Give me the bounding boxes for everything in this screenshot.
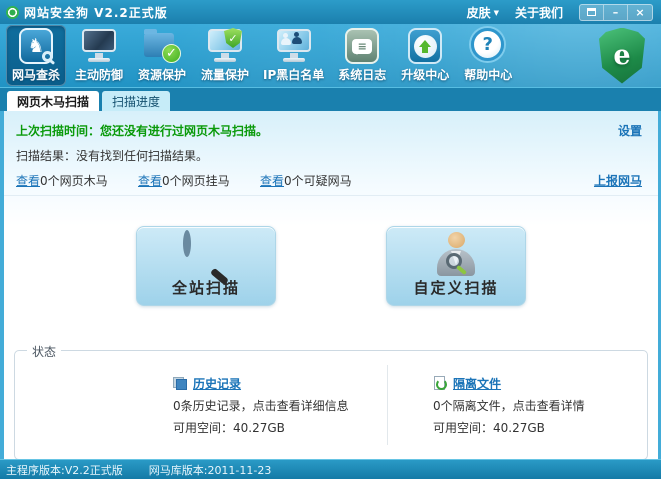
count-text: 0个可疑网马 (284, 174, 352, 188)
monitor-icon (79, 27, 119, 65)
status-legend: 状态 (27, 343, 61, 360)
quarantine-free-space: 可用空间：40.27GB (433, 419, 647, 436)
app-logo-dot-icon (6, 6, 19, 19)
close-button[interactable]: × (628, 5, 652, 20)
nav-label: 网马查杀 (12, 66, 60, 83)
suspicious-trojan-count: 查看0个可疑网马 (260, 172, 382, 189)
report-trojan-link[interactable]: 上报网马 (594, 172, 642, 189)
tab-scan-progress[interactable]: 扫描进度 (102, 91, 170, 111)
quarantine-detail: 0个隔离文件，点击查看详情 (433, 397, 647, 414)
scan-summary-panel: 上次扫描时间：您还没有进行过网页木马扫描。 设置 扫描结果：没有找到任何扫描结果… (4, 111, 658, 196)
full-site-scan-label: 全站扫描 (172, 277, 240, 298)
magnifier-icon (183, 234, 227, 278)
web-trojan-count: 查看0个网页木马 (16, 172, 138, 189)
nav-label: 流量保护 (201, 66, 249, 83)
nav-item-system-log[interactable]: ≡ 系统日志 (332, 25, 392, 86)
nav-item-ip-blacklist-whitelist[interactable]: IP黑白名单 (258, 25, 329, 86)
status-fieldset: 状态 历史记录 0条历史记录，点击查看详细信息 可用空间：40.27GB 隔离文… (14, 350, 648, 459)
log-bubble-icon: ≡ (342, 27, 382, 65)
main-nav-bar: ♞ 网马查杀 主动防御 ✓ 资源保护 ✓ 流量保护 (0, 24, 661, 88)
quarantine-link[interactable]: 隔离文件 (453, 375, 501, 392)
custom-scan-button[interactable]: 自定义扫描 (386, 226, 526, 306)
nav-label: IP黑白名单 (263, 66, 324, 83)
history-icon (173, 377, 187, 390)
help-question-icon: ? (468, 27, 508, 65)
upgrade-arrow-icon (405, 27, 445, 65)
history-column: 历史记录 0条历史记录，点击查看详细信息 可用空间：40.27GB (15, 351, 387, 459)
nav-label: 系统日志 (338, 66, 386, 83)
view-web-trojans-link[interactable]: 查看 (16, 174, 40, 188)
nav-item-web-trojan-scan[interactable]: ♞ 网马查杀 (6, 25, 66, 86)
main-content: 上次扫描时间：您还没有进行过网页木马扫描。 设置 扫描结果：没有找到任何扫描结果… (0, 111, 661, 459)
nav-label: 资源保护 (138, 66, 186, 83)
nav-item-help-center[interactable]: ? 帮助中心 (458, 25, 518, 86)
count-text: 0个网页挂马 (162, 174, 230, 188)
monitor-users-icon (274, 27, 314, 65)
quarantine-file-icon (433, 376, 447, 390)
custom-scan-label: 自定义扫描 (413, 277, 498, 298)
nav-label: 帮助中心 (464, 66, 512, 83)
title-bar-actions: 皮肤 ▼ 关于我们 – × (467, 4, 653, 21)
check-icon: ✓ (162, 44, 181, 63)
title-bar: 网站安全狗 V2.2正式版 皮肤 ▼ 关于我们 – × (0, 0, 661, 24)
last-scan-text: 上次扫描时间：您还没有进行过网页木马扫描。 (16, 122, 268, 139)
view-hung-trojans-link[interactable]: 查看 (138, 174, 162, 188)
program-version: 主程序版本:V2.2正式版 (6, 462, 123, 478)
trojan-db-version: 网马库版本:2011-11-23 (149, 462, 272, 478)
quarantine-column: 隔离文件 0个隔离文件，点击查看详情 可用空间：40.27GB (388, 351, 647, 459)
user-icon (292, 32, 302, 44)
chevron-down-icon: ▼ (494, 9, 499, 17)
minimize-button[interactable]: – (604, 5, 628, 20)
folder-check-icon: ✓ (142, 27, 182, 65)
brand-shield-icon: e (599, 28, 645, 84)
nav-label: 主动防御 (75, 66, 123, 83)
monitor-shield-icon: ✓ (205, 27, 245, 65)
window-controls: – × (579, 4, 653, 21)
scan-buttons-row: 全站扫描 自定义扫描 (4, 226, 658, 306)
history-detail: 0条历史记录，点击查看详细信息 (173, 397, 387, 414)
hung-trojan-count: 查看0个网页挂马 (138, 172, 260, 189)
app-window: 网站安全狗 V2.2正式版 皮肤 ▼ 关于我们 – × ♞ 网马查杀 (0, 0, 661, 479)
tab-web-trojan-scan[interactable]: 网页木马扫描 (7, 91, 99, 111)
count-text: 0个网页木马 (40, 174, 108, 188)
history-free-space: 可用空间：40.27GB (173, 419, 387, 436)
view-suspicious-link[interactable]: 查看 (260, 174, 284, 188)
nav-label: 升级中心 (401, 66, 449, 83)
magnifier-icon (42, 51, 53, 62)
skin-menu-label: 皮肤 (467, 4, 491, 21)
nav-item-resource-protection[interactable]: ✓ 资源保护 (132, 25, 192, 86)
nav-item-active-defense[interactable]: 主动防御 (69, 25, 129, 86)
full-site-scan-button[interactable]: 全站扫描 (136, 226, 276, 306)
minimize-to-tray-button[interactable] (580, 5, 604, 20)
status-bar: 主程序版本:V2.2正式版 网马库版本:2011-11-23 (0, 459, 661, 479)
knight-scan-icon: ♞ (16, 27, 56, 65)
about-us-button[interactable]: 关于我们 (515, 4, 563, 21)
tray-icon (587, 8, 596, 16)
scan-counts-row: 查看0个网页木马 查看0个网页挂马 查看0个可疑网马 上报网马 (16, 172, 642, 189)
nav-item-upgrade-center[interactable]: 升级中心 (395, 25, 455, 86)
settings-link[interactable]: 设置 (618, 122, 642, 139)
tab-bar: 网页木马扫描 扫描进度 (0, 88, 661, 111)
scan-result-text: 扫描结果：没有找到任何扫描结果。 (16, 147, 642, 164)
person-scan-icon (433, 232, 479, 278)
window-title: 网站安全狗 V2.2正式版 (24, 4, 168, 21)
history-link[interactable]: 历史记录 (193, 375, 241, 392)
brand-letter: e (613, 40, 630, 71)
nav-item-traffic-protection[interactable]: ✓ 流量保护 (195, 25, 255, 86)
user-icon (281, 33, 291, 45)
skin-menu-button[interactable]: 皮肤 ▼ (467, 4, 499, 21)
